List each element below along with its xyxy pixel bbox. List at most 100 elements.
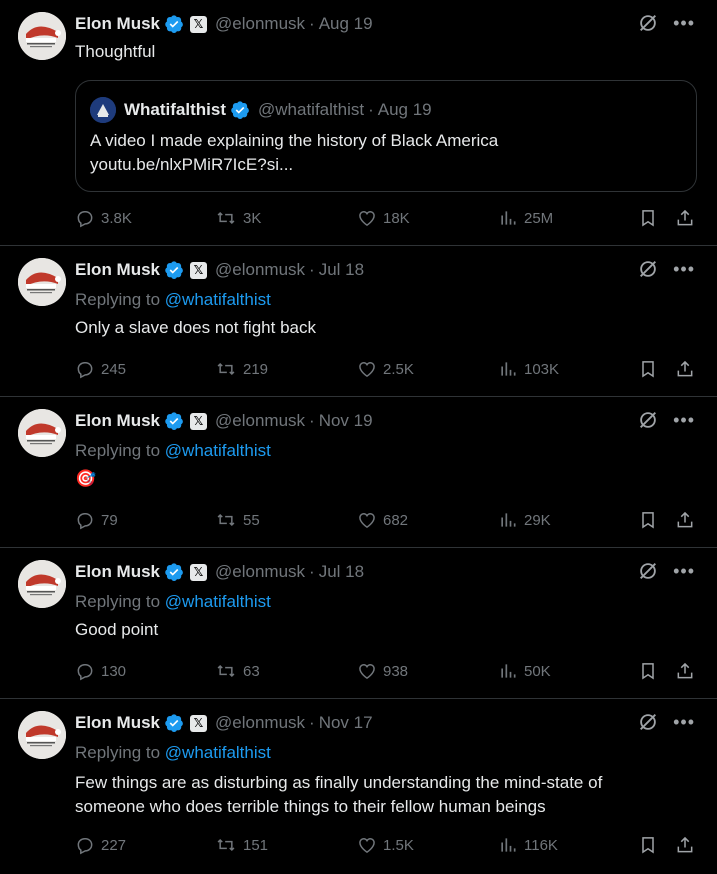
bookmark-button[interactable] [638, 835, 664, 855]
replying-to-handle[interactable]: @whatifalthist [165, 441, 271, 460]
separator-dot: · [309, 411, 315, 430]
avatar[interactable] [18, 409, 66, 457]
more-icon[interactable]: ••• [673, 411, 695, 429]
avatar[interactable] [18, 12, 66, 60]
tweet-date[interactable]: Nov 19 [319, 411, 373, 431]
tweet-date[interactable]: Jul 18 [319, 260, 364, 280]
quoted-author-name[interactable]: Whatifalthist [124, 100, 226, 120]
reply-count: 79 [101, 511, 118, 529]
author-handle[interactable]: @elonmusk [215, 260, 305, 280]
quoted-date[interactable]: Aug 19 [378, 100, 432, 120]
views-button[interactable]: 116K [498, 835, 558, 855]
retweet-button[interactable]: 63 [215, 661, 260, 681]
author-name[interactable]: Elon Musk [75, 411, 160, 431]
tweet[interactable]: Elon Musk 𝕏 @elonmusk · Nov 17 ••• Reply… [0, 699, 717, 874]
heart-icon [359, 210, 375, 226]
bookmark-button[interactable] [638, 510, 664, 530]
like-button[interactable]: 18K [357, 208, 410, 228]
grok-icon[interactable] [637, 12, 659, 34]
retweet-count: 151 [243, 836, 269, 854]
like-button[interactable]: 1.5K [357, 835, 414, 855]
avatar[interactable] [18, 711, 66, 759]
views-icon [501, 664, 516, 678]
separator-dot: · [309, 562, 315, 581]
bookmark-button[interactable] [638, 359, 664, 379]
retweet-count: 3K [243, 209, 262, 227]
quoted-link[interactable]: youtu.be/nlxPMiR7IcE?si... [90, 153, 498, 177]
author-name[interactable]: Elon Musk [75, 260, 160, 280]
share-icon [677, 662, 693, 679]
author-handle[interactable]: @elonmusk [215, 14, 305, 34]
view-count: 116K [524, 836, 558, 854]
replying-to-handle[interactable]: @whatifalthist [165, 592, 271, 611]
reply-button[interactable]: 3.8K [75, 208, 132, 228]
tweet-date[interactable]: Jul 18 [319, 562, 364, 582]
share-button[interactable] [675, 208, 701, 228]
verified-badge-icon [165, 412, 183, 430]
share-button[interactable] [675, 661, 701, 681]
heart-icon [359, 663, 375, 679]
replying-to-handle[interactable]: @whatifalthist [165, 290, 271, 309]
views-button[interactable]: 103K [498, 359, 559, 379]
view-count: 103K [524, 360, 560, 378]
reply-icon [77, 362, 93, 379]
views-icon [501, 211, 516, 225]
author-handle[interactable]: @elonmusk [215, 562, 305, 582]
author-name[interactable]: Elon Musk [75, 14, 160, 34]
tweet-date[interactable]: Aug 19 [319, 14, 373, 34]
tweet[interactable]: Elon Musk 𝕏 @elonmusk · Nov 19 ••• Reply… [0, 397, 717, 548]
like-button[interactable]: 938 [357, 661, 408, 681]
tweet-text: Only a slave does not fight back [75, 318, 316, 337]
retweet-button[interactable]: 219 [215, 359, 268, 379]
reply-count: 227 [101, 836, 127, 854]
reply-button[interactable]: 245 [75, 359, 126, 379]
grok-icon[interactable] [637, 560, 659, 582]
grok-icon[interactable] [637, 258, 659, 280]
tweet[interactable]: Elon Musk 𝕏 @elonmusk · Jul 18 ••• Reply… [0, 246, 717, 397]
views-button[interactable]: 29K [498, 510, 551, 530]
share-icon [677, 209, 693, 226]
retweet-button[interactable]: 151 [215, 835, 268, 855]
like-button[interactable]: 2.5K [357, 359, 414, 379]
tweet-date[interactable]: Nov 17 [319, 713, 373, 733]
retweet-button[interactable]: 3K [215, 208, 261, 228]
separator-dot: · [309, 14, 315, 33]
tweet-header: Elon Musk 𝕏 @elonmusk · Jul 18 [75, 258, 364, 282]
reply-icon [77, 513, 93, 530]
more-icon[interactable]: ••• [673, 713, 695, 731]
share-button[interactable] [675, 359, 701, 379]
bookmark-button[interactable] [638, 208, 664, 228]
author-name[interactable]: Elon Musk [75, 713, 160, 733]
grok-icon[interactable] [637, 409, 659, 431]
more-icon[interactable]: ••• [673, 260, 695, 278]
share-button[interactable] [675, 835, 701, 855]
more-icon[interactable]: ••• [673, 562, 695, 580]
author-handle[interactable]: @elonmusk [215, 411, 305, 431]
author-handle[interactable]: @elonmusk [215, 713, 305, 733]
tweet-text: Good point [75, 620, 159, 639]
avatar[interactable] [18, 560, 66, 608]
retweet-button[interactable]: 55 [215, 510, 260, 530]
more-icon[interactable]: ••• [673, 14, 695, 32]
heart-icon [359, 512, 375, 528]
bookmark-icon [642, 512, 654, 529]
tweet[interactable]: Elon Musk 𝕏 @elonmusk · Jul 18 ••• Reply… [0, 548, 717, 699]
reply-icon [77, 838, 93, 855]
replying-to-handle[interactable]: @whatifalthist [165, 743, 271, 762]
grok-icon[interactable] [637, 711, 659, 733]
tweet[interactable]: Elon Musk 𝕏 @elonmusk · Aug 19 ••• Thoug… [0, 0, 717, 246]
reply-button[interactable]: 79 [75, 510, 118, 530]
bookmark-button[interactable] [638, 661, 664, 681]
author-name[interactable]: Elon Musk [75, 562, 160, 582]
views-button[interactable]: 50K [498, 661, 551, 681]
tweet-text: 🎯 [75, 469, 97, 488]
reply-button[interactable]: 227 [75, 835, 126, 855]
quoted-tweet[interactable]: Whatifalthist @whatifalthist · Aug 19 A … [75, 80, 697, 192]
share-button[interactable] [675, 510, 701, 530]
reply-button[interactable]: 130 [75, 661, 126, 681]
replying-to: Replying to @whatifalthist [75, 743, 271, 763]
quoted-handle[interactable]: @whatifalthist [258, 100, 364, 120]
like-button[interactable]: 682 [357, 510, 408, 530]
avatar[interactable] [18, 258, 66, 306]
views-button[interactable]: 25M [498, 208, 553, 228]
